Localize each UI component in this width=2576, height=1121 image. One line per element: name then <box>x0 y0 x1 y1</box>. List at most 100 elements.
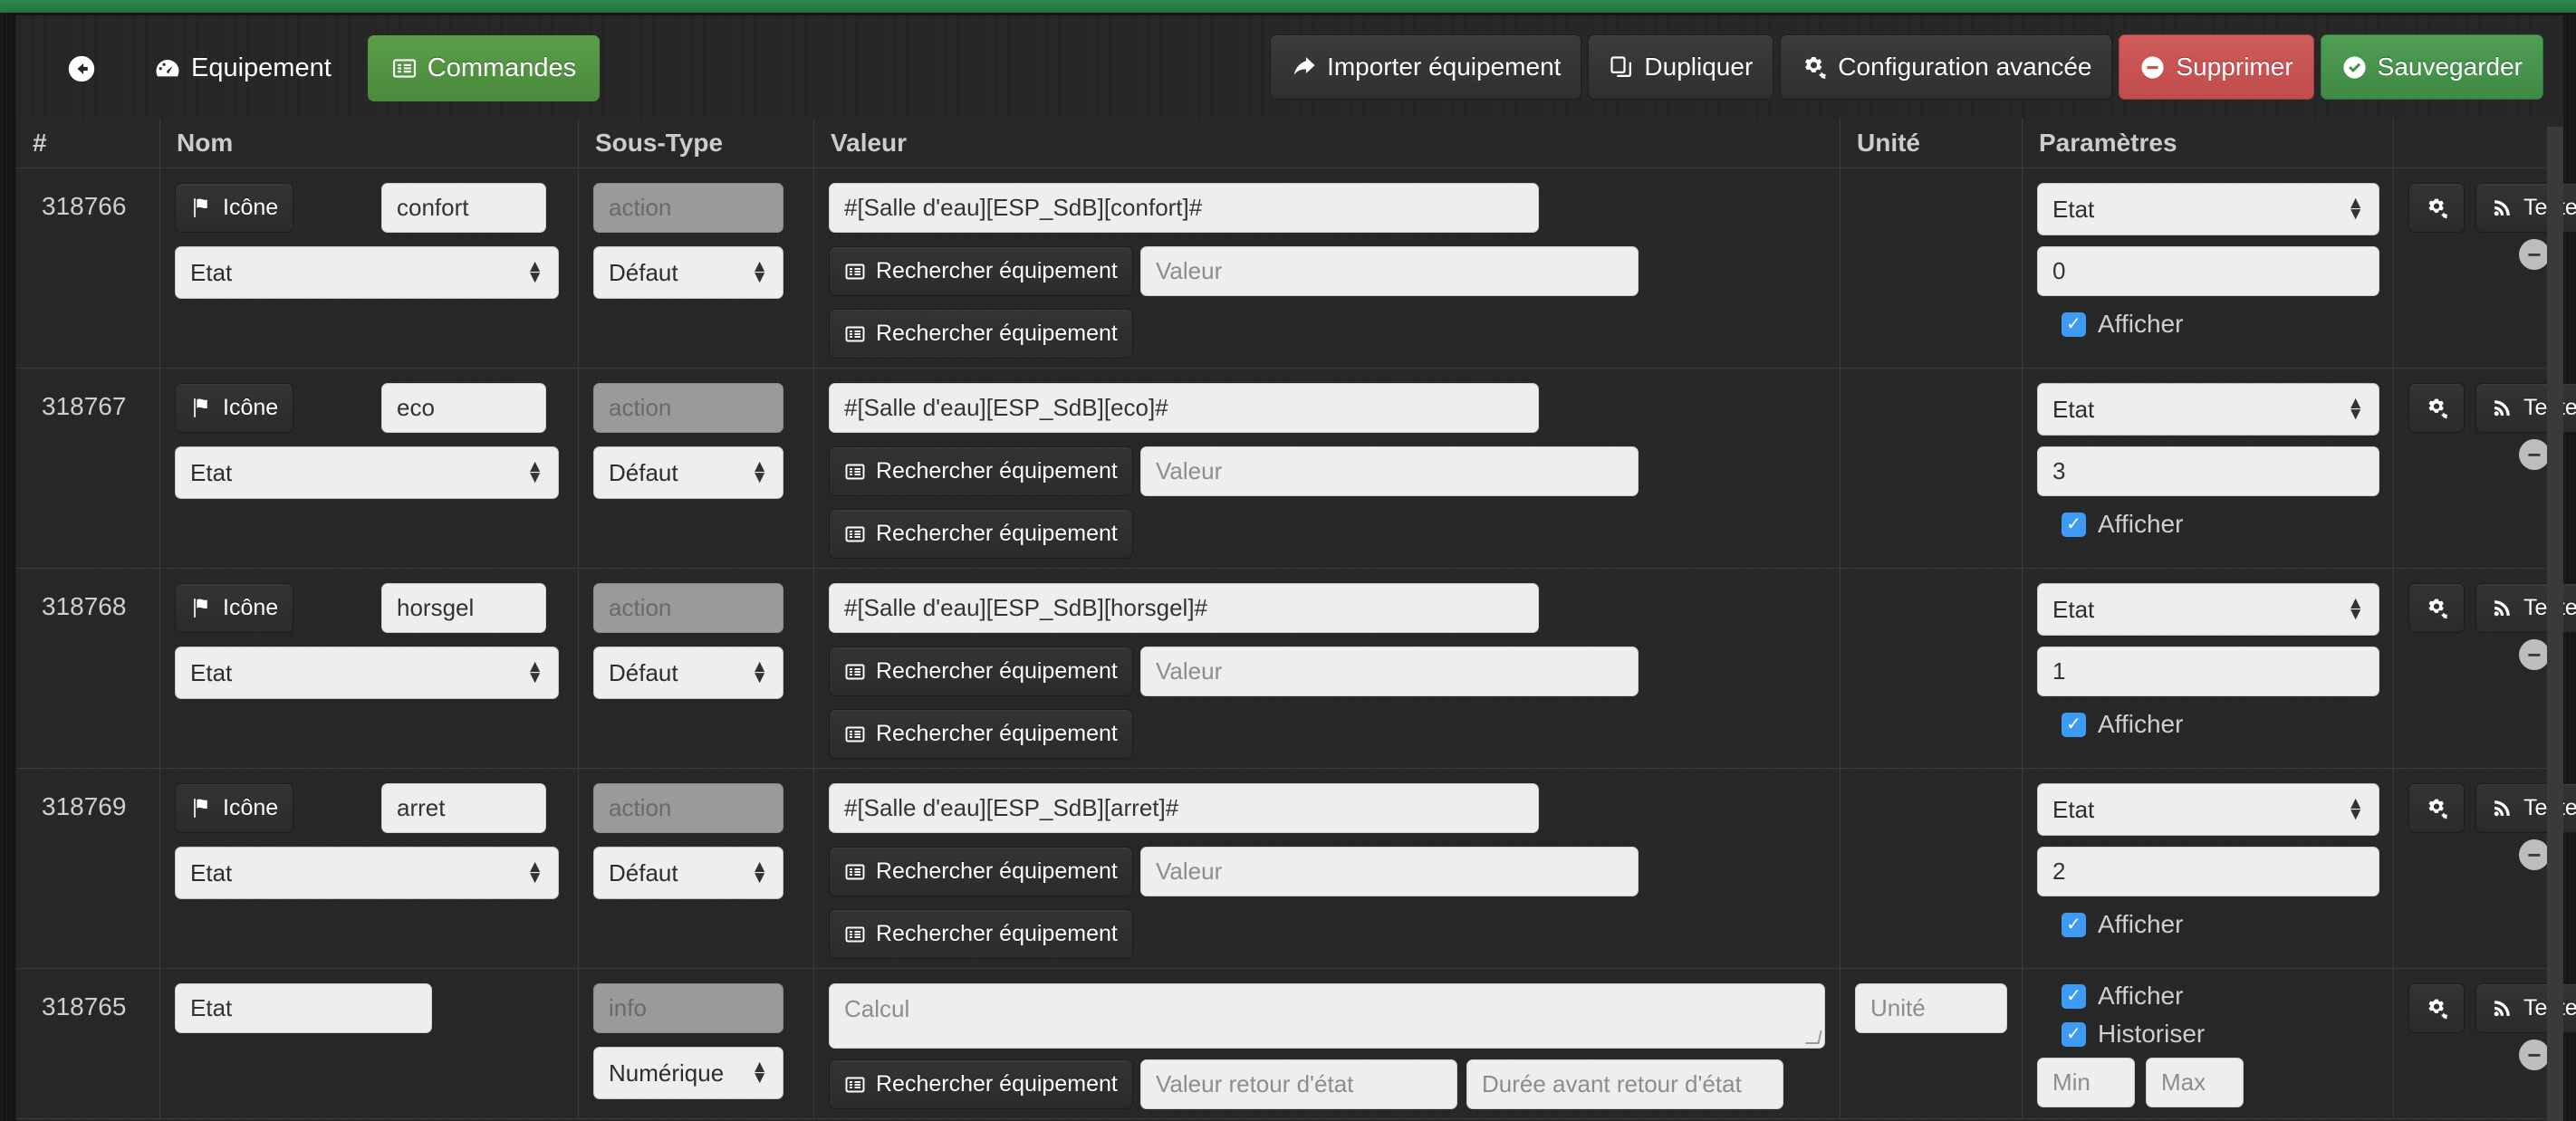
command-value-text: #[Salle d'eau][ESP_SdB][eco]# <box>844 394 1168 421</box>
row-settings-button[interactable] <box>2408 383 2465 433</box>
unit-input[interactable]: Unité <box>1855 983 2007 1033</box>
subtype-select[interactable]: Défaut ▲ ▼ <box>593 847 783 899</box>
command-type-value: Etat <box>190 858 233 886</box>
afficher-checkbox[interactable]: ✓ <box>2062 983 2086 1009</box>
advanced-configuration-button[interactable]: Configuration avancée <box>1780 34 2113 100</box>
chevron-updown-icon: ▲ ▼ <box>751 657 768 687</box>
row-settings-button[interactable] <box>2408 183 2465 233</box>
command-type-value: Etat <box>190 458 233 486</box>
subtype-select[interactable]: Défaut ▲ ▼ <box>593 446 783 499</box>
list-alt-icon <box>844 523 866 545</box>
subtype-select[interactable]: Numérique ▲ ▼ <box>593 1047 783 1099</box>
tab-commandes[interactable]: Commandes <box>367 35 601 101</box>
icon-picker-label: Icône <box>223 595 279 620</box>
command-type-select[interactable]: Etat ▲ ▼ <box>175 847 559 899</box>
remove-row-button[interactable]: − <box>2519 1040 2550 1070</box>
nav-action-group: Importer équipement Dupliquer Configurat… <box>1270 34 2543 100</box>
param-type-select[interactable]: Etat ▲ ▼ <box>2037 183 2379 235</box>
column-header-nom: Nom <box>159 118 578 168</box>
table-row: 318768 Icône horsgel Etat ▲ ▼ action Déf… <box>16 569 2576 769</box>
search-equipment-button[interactable]: Rechercher équipement <box>829 847 1133 896</box>
command-name-input[interactable]: arret <box>381 783 546 833</box>
historiser-checkbox[interactable]: ✓ <box>2062 1021 2086 1047</box>
value-secondary-input[interactable]: Valeur <box>1140 647 1639 696</box>
advanced-configuration-label: Configuration avancée <box>1838 53 2092 81</box>
value-secondary-input[interactable]: Valeur <box>1140 446 1639 496</box>
tab-equipement[interactable]: Equipement <box>130 35 355 101</box>
icon-picker-button[interactable]: Icône <box>175 583 294 633</box>
row-settings-button[interactable] <box>2408 783 2465 833</box>
icon-picker-button[interactable]: Icône <box>175 383 294 433</box>
row-settings-button[interactable] <box>2408 583 2465 633</box>
arrow-circle-left-icon[interactable] <box>53 40 111 98</box>
max-placeholder: Max <box>2161 1068 2206 1096</box>
calcul-textarea[interactable]: Calcul <box>829 983 1825 1049</box>
param-value-input[interactable]: 0 <box>2037 246 2379 296</box>
remove-row-button[interactable]: − <box>2519 439 2550 470</box>
command-type-select[interactable]: Etat ▲ ▼ <box>175 647 559 699</box>
search-equipment-button[interactable]: Rechercher équipement <box>829 1059 1133 1109</box>
command-value-input[interactable]: #[Salle d'eau][ESP_SdB][confort]# <box>829 183 1539 233</box>
min-input[interactable]: Min <box>2037 1058 2135 1107</box>
value-secondary-placeholder: Valeur <box>1156 657 1223 685</box>
cell-unite: Unité <box>1840 969 2022 1118</box>
param-type-select[interactable]: Etat ▲ ▼ <box>2037 783 2379 836</box>
state-return-value-input[interactable]: Valeur retour d'état <box>1140 1059 1457 1109</box>
value-secondary-placeholder: Valeur <box>1156 257 1223 284</box>
value-secondary-input[interactable]: Valeur <box>1140 847 1639 896</box>
subtype-readonly-value: action <box>609 394 672 421</box>
afficher-checkbox[interactable]: ✓ <box>2062 512 2086 537</box>
column-header-unite-label: Unité <box>1857 129 1920 157</box>
param-value-input[interactable]: 3 <box>2037 446 2379 496</box>
command-value-input[interactable]: #[Salle d'eau][ESP_SdB][arret]# <box>829 783 1539 833</box>
command-value-input[interactable]: #[Salle d'eau][ESP_SdB][horsgel]# <box>829 583 1539 633</box>
row-settings-button[interactable] <box>2408 983 2465 1033</box>
param-value-input[interactable]: 1 <box>2037 647 2379 696</box>
param-type-select[interactable]: Etat ▲ ▼ <box>2037 583 2379 636</box>
cell-actions: Tester − <box>2393 969 2576 1118</box>
save-button[interactable]: Sauvegarder <box>2320 34 2543 100</box>
command-name-input[interactable]: confort <box>381 183 546 233</box>
cogs-icon <box>2425 196 2449 220</box>
command-type-select[interactable]: Etat ▲ ▼ <box>175 246 559 299</box>
value-secondary-input[interactable]: Valeur <box>1140 246 1639 296</box>
search-equipment-button[interactable]: Rechercher équipement <box>829 647 1133 696</box>
afficher-checkbox[interactable]: ✓ <box>2062 712 2086 737</box>
duplicate-button[interactable]: Dupliquer <box>1588 34 1774 100</box>
remove-row-button[interactable]: − <box>2519 639 2550 670</box>
subtype-select-value: Défaut <box>609 858 678 886</box>
search-equipment-label: Rechercher équipement <box>876 1071 1118 1097</box>
subtype-select[interactable]: Défaut ▲ ▼ <box>593 246 783 299</box>
afficher-checkbox[interactable]: ✓ <box>2062 912 2086 937</box>
command-name-input[interactable]: horsgel <box>381 583 546 633</box>
afficher-checkbox[interactable]: ✓ <box>2062 311 2086 337</box>
remove-row-button[interactable]: − <box>2519 239 2550 270</box>
search-equipment-button-2[interactable]: Rechercher équipement <box>829 509 1133 559</box>
command-name-input[interactable]: Etat <box>175 983 432 1033</box>
delete-button[interactable]: Supprimer <box>2119 34 2314 100</box>
state-return-delay-input[interactable]: Durée avant retour d'état <box>1466 1059 1783 1109</box>
param-value-input[interactable]: 2 <box>2037 847 2379 896</box>
max-input[interactable]: Max <box>2146 1058 2244 1107</box>
param-type-value: Etat <box>2052 395 2095 423</box>
subtype-select[interactable]: Défaut ▲ ▼ <box>593 647 783 699</box>
afficher-label: Afficher <box>2098 982 2184 1010</box>
cell-parametres: Etat ▲ ▼ 3 ✓ Afficher <box>2022 369 2393 568</box>
icon-picker-button[interactable]: Icône <box>175 783 294 833</box>
remove-row-button[interactable]: − <box>2519 839 2550 870</box>
icon-picker-button[interactable]: Icône <box>175 183 294 233</box>
search-equipment-button[interactable]: Rechercher équipement <box>829 446 1133 496</box>
afficher-label: Afficher <box>2098 910 2184 938</box>
search-equipment-button-2[interactable]: Rechercher équipement <box>829 309 1133 359</box>
search-equipment-button-2[interactable]: Rechercher équipement <box>829 709 1133 759</box>
vertical-scrollbar[interactable] <box>2547 127 2563 1121</box>
param-type-select[interactable]: Etat ▲ ▼ <box>2037 383 2379 436</box>
command-type-select[interactable]: Etat ▲ ▼ <box>175 446 559 499</box>
import-equipment-button[interactable]: Importer équipement <box>1270 34 1582 100</box>
command-name-input[interactable]: eco <box>381 383 546 433</box>
search-equipment-button[interactable]: Rechercher équipement <box>829 246 1133 296</box>
command-value-input[interactable]: #[Salle d'eau][ESP_SdB][eco]# <box>829 383 1539 433</box>
command-name-value: horsgel <box>397 594 475 621</box>
search-equipment-button-2[interactable]: Rechercher équipement <box>829 909 1133 959</box>
afficher-label: Afficher <box>2098 510 2184 538</box>
